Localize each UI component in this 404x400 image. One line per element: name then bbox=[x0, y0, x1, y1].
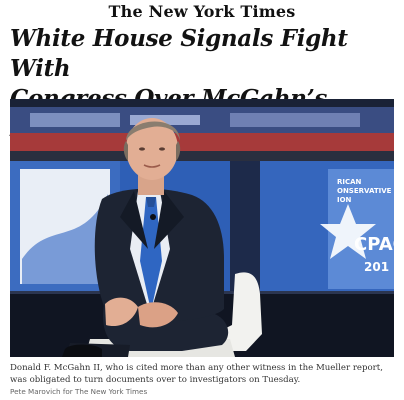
masthead-logo[interactable]: The New York Times bbox=[0, 2, 404, 22]
caption-line-1: Donald F. McGahn II, who is cited more t… bbox=[10, 363, 383, 373]
article-photo[interactable]: RICAN ONSERVATIVE ION CPAC 201 bbox=[10, 99, 394, 357]
backdrop-text-1: RICAN bbox=[337, 178, 362, 186]
caption-line-2: was obligated to turn documents over to … bbox=[10, 375, 301, 385]
photo-illustration: RICAN ONSERVATIVE ION CPAC 201 bbox=[10, 99, 394, 357]
photo-caption: Donald F. McGahn II, who is cited more t… bbox=[10, 362, 398, 386]
article-page: The New York Times White House Signals F… bbox=[0, 0, 404, 400]
backdrop-text-2: ONSERVATIVE bbox=[337, 187, 392, 195]
backdrop-text-3: ION bbox=[337, 196, 352, 204]
cpac-year-text: 201 bbox=[364, 260, 389, 274]
photo-credit: Pete Marovich for The New York Times bbox=[10, 387, 148, 396]
cpac-logo-text: CPAC bbox=[354, 234, 394, 255]
headline-line-1: White House Signals Fight With bbox=[10, 25, 348, 82]
